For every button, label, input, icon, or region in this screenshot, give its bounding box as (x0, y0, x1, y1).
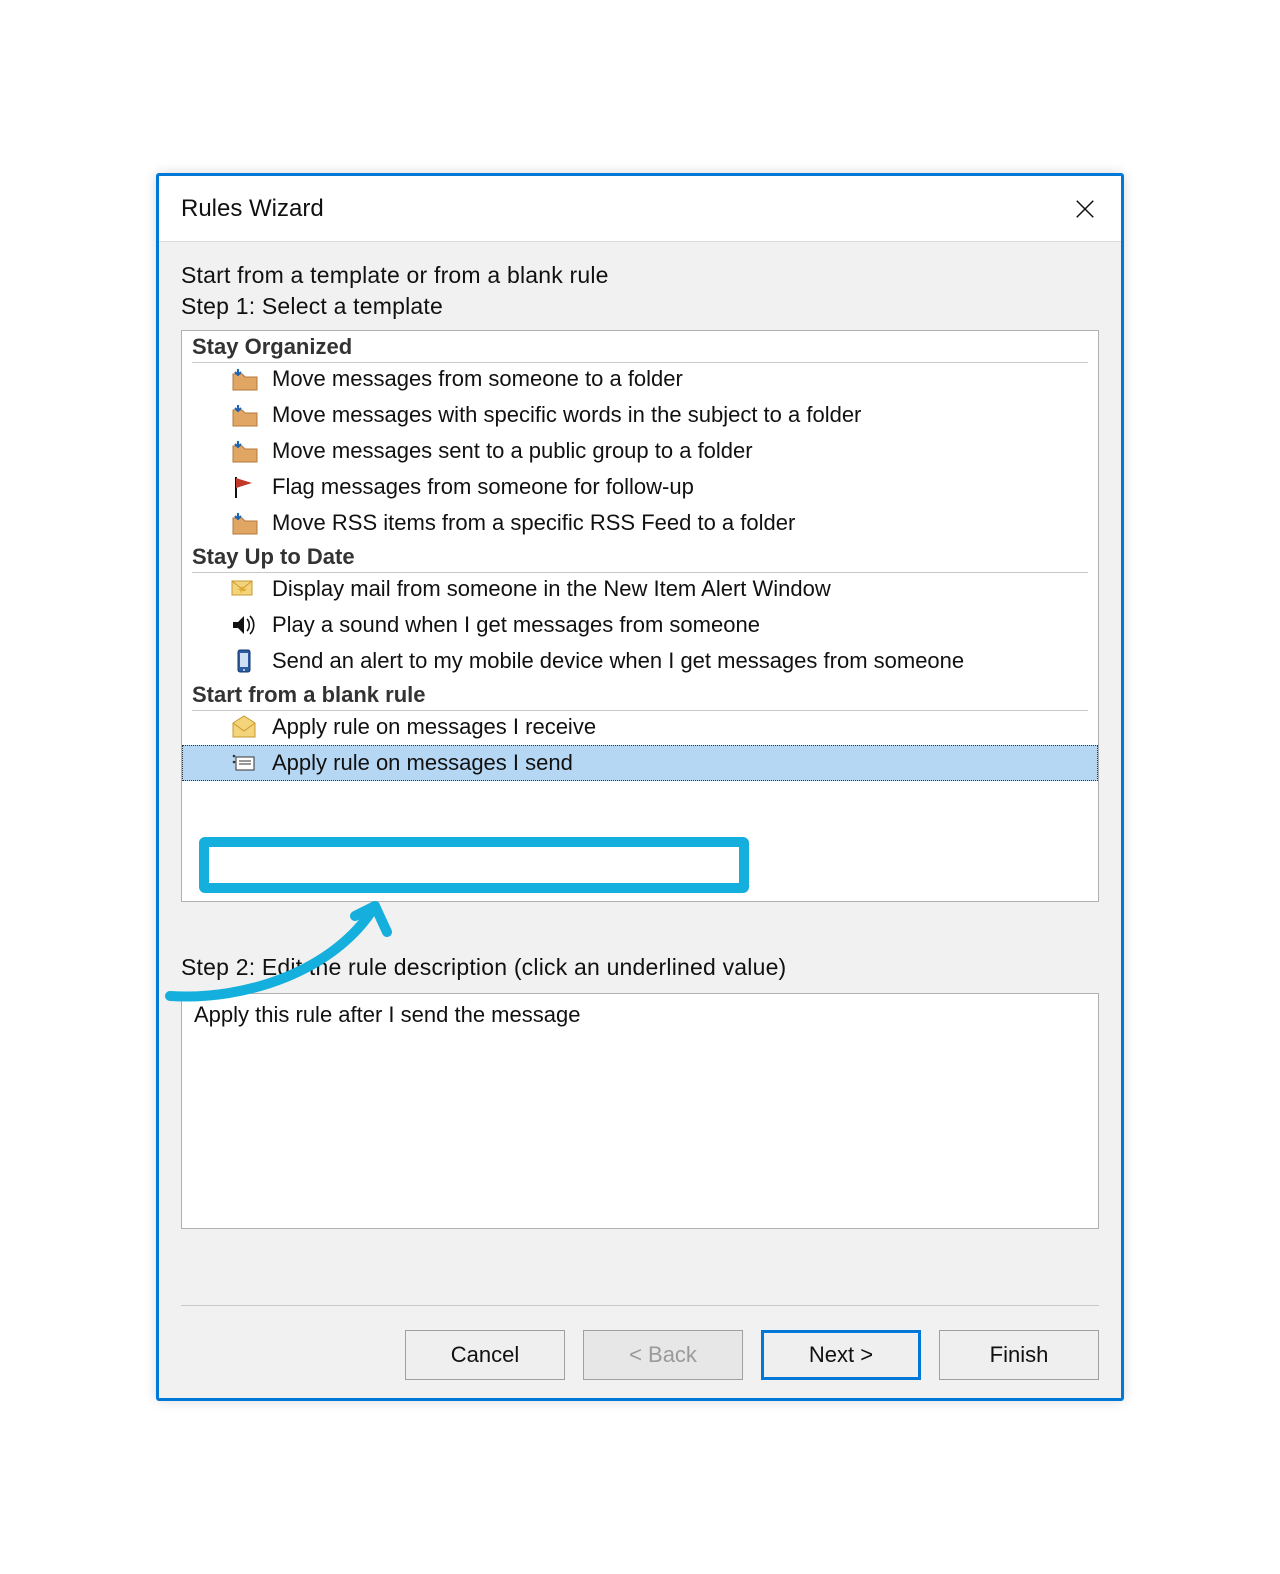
template-move-words-subject[interactable]: Move messages with specific words in the… (182, 397, 1098, 433)
template-label: Move messages sent to a public group to … (272, 438, 753, 464)
titlebar: Rules Wizard (159, 176, 1121, 242)
template-label: Move RSS items from a specific RSS Feed … (272, 510, 795, 536)
dialog-footer: Cancel < Back Next > Finish (181, 1305, 1099, 1380)
mobile-icon (226, 646, 262, 676)
template-label: Apply rule on messages I send (272, 750, 573, 776)
template-label: Display mail from someone in the New Ite… (272, 576, 831, 602)
message-send-icon (226, 748, 262, 778)
template-new-item-alert[interactable]: Display mail from someone in the New Ite… (182, 571, 1098, 607)
close-icon (1074, 198, 1096, 220)
template-play-sound[interactable]: Play a sound when I get messages from so… (182, 607, 1098, 643)
dialog-title: Rules Wizard (181, 195, 324, 223)
next-button[interactable]: Next > (761, 1330, 921, 1380)
template-label: Play a sound when I get messages from so… (272, 612, 760, 638)
step1-label: Step 1: Select a template (181, 293, 1099, 320)
flag-icon (226, 472, 262, 502)
template-label: Move messages from someone to a folder (272, 366, 683, 392)
group-title: Stay Organized (192, 334, 352, 359)
template-apply-receive[interactable]: Apply rule on messages I receive (182, 709, 1098, 745)
sound-icon (226, 610, 262, 640)
rule-description-text: Apply this rule after I send the message (194, 1002, 580, 1027)
close-button[interactable] (1061, 185, 1109, 233)
rules-wizard-dialog: Rules Wizard Start from a template or fr… (156, 173, 1124, 1401)
back-button: < Back (583, 1330, 743, 1380)
finish-button[interactable]: Finish (939, 1330, 1099, 1380)
group-header-organized: Stay Organized (182, 331, 1098, 361)
group-title: Start from a blank rule (192, 682, 426, 707)
template-move-from-someone[interactable]: Move messages from someone to a folder (182, 361, 1098, 397)
group-header-blank: Start from a blank rule (182, 679, 1098, 709)
template-label: Flag messages from someone for follow-up (272, 474, 694, 500)
folder-arrow-icon (226, 364, 262, 394)
mail-star-icon (226, 574, 262, 604)
cancel-button[interactable]: Cancel (405, 1330, 565, 1380)
template-list: Stay Organized Move messages from someon… (181, 330, 1099, 902)
template-label: Apply rule on messages I receive (272, 714, 596, 740)
template-label: Move messages with specific words in the… (272, 402, 861, 428)
dialog-body: Start from a template or from a blank ru… (159, 242, 1121, 1398)
template-move-public-group[interactable]: Move messages sent to a public group to … (182, 433, 1098, 469)
template-label: Send an alert to my mobile device when I… (272, 648, 964, 674)
template-mobile-alert[interactable]: Send an alert to my mobile device when I… (182, 643, 1098, 679)
intro-text: Start from a template or from a blank ru… (181, 262, 1099, 289)
folder-arrow-icon (226, 436, 262, 466)
template-apply-send[interactable]: Apply rule on messages I send (182, 745, 1098, 781)
group-title: Stay Up to Date (192, 544, 355, 569)
template-move-rss[interactable]: Move RSS items from a specific RSS Feed … (182, 505, 1098, 541)
step2-label: Step 2: Edit the rule description (click… (181, 954, 1099, 981)
group-header-uptodate: Stay Up to Date (182, 541, 1098, 571)
envelope-open-icon (226, 712, 262, 742)
rule-description-box[interactable]: Apply this rule after I send the message (181, 993, 1099, 1229)
template-flag-followup[interactable]: Flag messages from someone for follow-up (182, 469, 1098, 505)
folder-arrow-icon (226, 508, 262, 538)
folder-arrow-icon (226, 400, 262, 430)
